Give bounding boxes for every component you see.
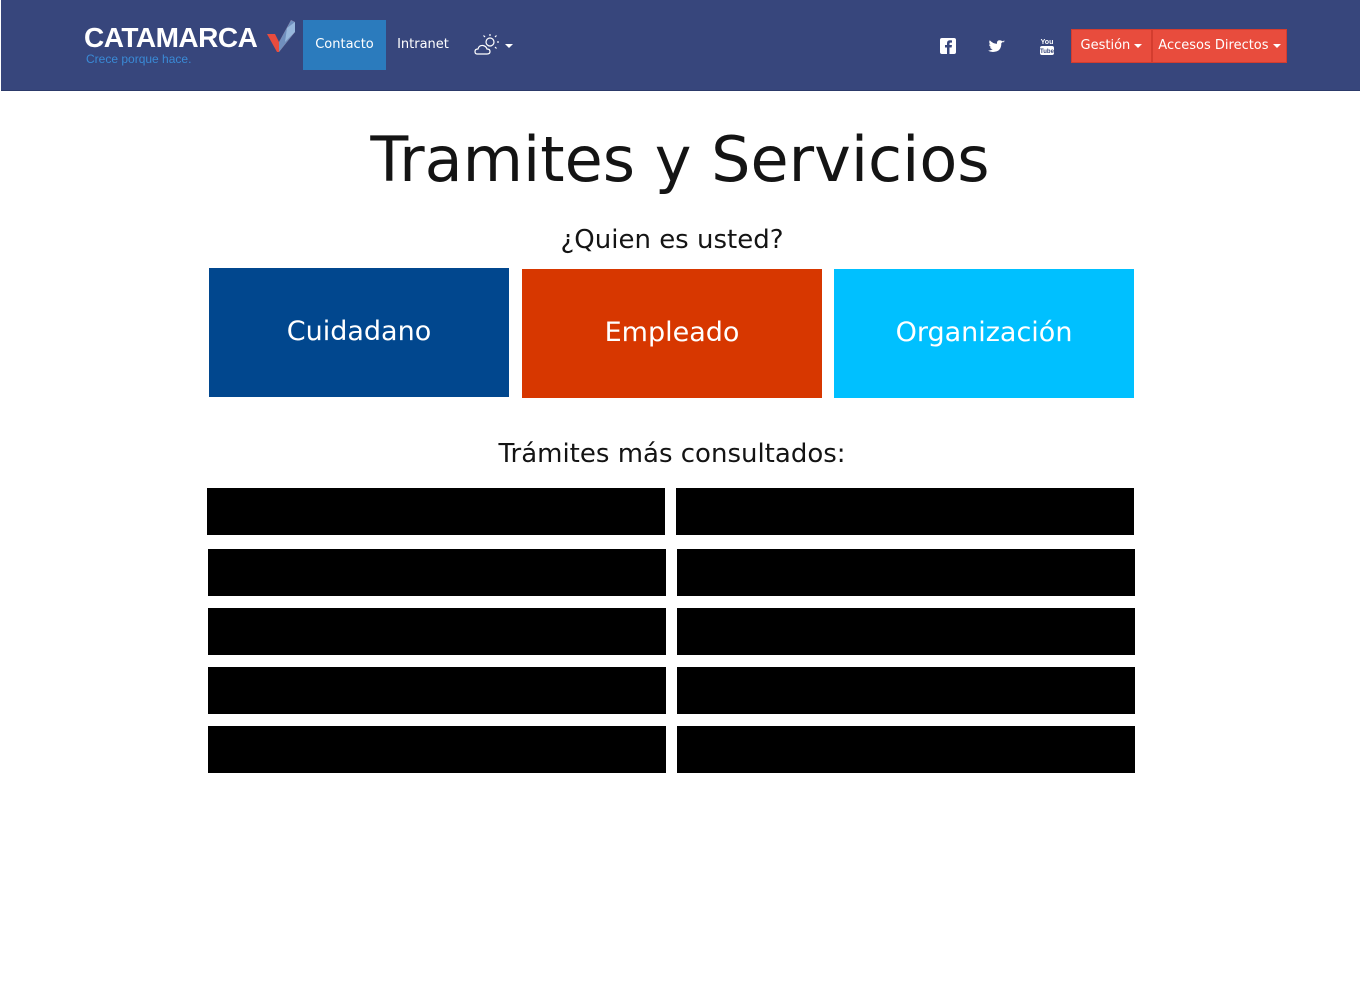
svg-text:You: You	[1041, 39, 1054, 46]
tile-label: Empleado	[604, 317, 740, 348]
tramite-link-redacted[interactable]	[677, 667, 1135, 714]
chevron-down-icon	[1134, 43, 1143, 48]
tramite-link-redacted[interactable]	[207, 488, 665, 535]
gestion-label: Gestión	[1080, 38, 1131, 53]
chevron-down-icon	[505, 44, 513, 48]
nav-intranet[interactable]: Intranet	[386, 20, 460, 70]
tile-empleado[interactable]: Empleado	[522, 269, 822, 398]
catamarca-logo[interactable]: CATAMARCA Crece porque hace.	[84, 20, 299, 70]
twitter-icon[interactable]	[984, 34, 1008, 58]
checkmark-logo-icon	[267, 20, 295, 52]
tramite-link-redacted[interactable]	[208, 667, 666, 714]
logo-tagline: Crece porque hace.	[86, 52, 192, 66]
weather-dropdown[interactable]	[467, 32, 519, 60]
tile-label: Cuidadano	[286, 316, 432, 347]
tramite-link-redacted[interactable]	[208, 549, 666, 596]
tramite-link-redacted[interactable]	[677, 549, 1135, 596]
youtube-icon[interactable]: You Tube	[1035, 34, 1059, 58]
tile-label: Organización	[895, 317, 1073, 348]
tramite-link-redacted[interactable]	[677, 726, 1135, 773]
navbar: CATAMARCA Crece porque hace. Contacto In…	[1, 0, 1360, 91]
tile-organizacion[interactable]: Organización	[834, 269, 1134, 398]
accesos-directos-dropdown-button[interactable]: Accesos Directos	[1152, 29, 1287, 63]
tramite-link-redacted[interactable]	[208, 608, 666, 655]
tramite-link-redacted[interactable]	[677, 608, 1135, 655]
partly-cloudy-icon	[474, 34, 499, 55]
logo-title: CATAMARCA	[84, 22, 258, 53]
nav-contacto[interactable]: Contacto	[303, 20, 386, 70]
chevron-down-icon	[1272, 43, 1281, 48]
page-title: Tramites y Servicios	[370, 123, 990, 196]
user-type-question: ¿Quien es usted?	[560, 225, 784, 255]
gestion-dropdown-button[interactable]: Gestión	[1071, 29, 1152, 63]
facebook-icon[interactable]	[936, 34, 960, 58]
most-consulted-title: Trámites más consultados:	[498, 439, 846, 469]
svg-text:Tube: Tube	[1040, 49, 1055, 55]
tramite-link-redacted[interactable]	[676, 488, 1134, 535]
accesos-directos-label: Accesos Directos	[1158, 38, 1269, 53]
tile-ciudadano[interactable]: Cuidadano	[209, 268, 509, 397]
tramite-link-redacted[interactable]	[208, 726, 666, 773]
